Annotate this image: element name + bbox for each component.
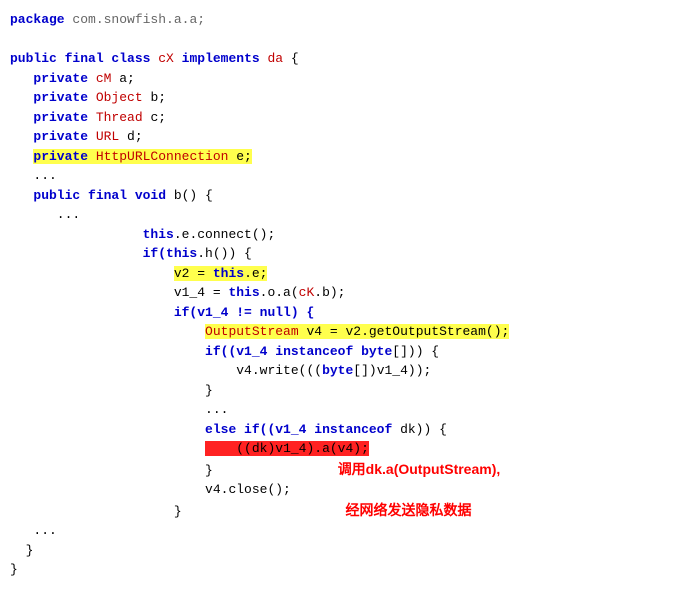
write-line: v4.write(((byte[])v1_4)); xyxy=(205,363,431,378)
rbrace: } xyxy=(174,504,182,519)
field-3: private Thread c; xyxy=(33,110,166,125)
v2-assign-highlighted: v2 = this.e; xyxy=(174,266,268,281)
lbrace: { xyxy=(283,51,299,66)
pkg-kw: package xyxy=(10,12,65,27)
iface: da xyxy=(268,51,284,66)
rbrace: } xyxy=(205,463,213,478)
dots: ... xyxy=(10,207,80,222)
cls-name: cX xyxy=(158,51,174,66)
class-decl: public final class cX implements da { xyxy=(10,51,299,66)
field-1: private cM a; xyxy=(33,71,134,86)
if-byte-line: if((v1_4 instanceof byte[])) { xyxy=(205,344,439,359)
dots: ... xyxy=(10,523,57,538)
impl-kw: implements xyxy=(182,51,260,66)
rbrace: } xyxy=(10,562,18,577)
annotation-line-1: 调用dk.a(OutputStream), xyxy=(338,461,501,477)
method-sig: public final void b() { xyxy=(33,188,212,203)
field-4: private URL d; xyxy=(33,129,142,144)
dk-call-highlighted-red: ((dk)v1_4).a(v4); xyxy=(205,441,369,456)
dots: ... xyxy=(205,402,228,417)
pkg-name: com.snowfish.a.a; xyxy=(72,12,205,27)
v1-4-assign: v1_4 = this.o.a(cK.b); xyxy=(174,285,346,300)
else-if-dk: else if((v1_4 instanceof dk)) { xyxy=(205,422,447,437)
code-block: package com.snowfish.a.a; public final c… xyxy=(10,10,671,580)
pkg-line: package com.snowfish.a.a; xyxy=(10,12,205,27)
if-null-check: if(v1_4 != null) { xyxy=(174,305,314,320)
dots: ... xyxy=(10,168,57,183)
rbrace: } xyxy=(18,543,34,558)
outputstream-highlighted: OutputStream v4 = v2.getOutputStream(); xyxy=(205,324,509,339)
close-line: v4.close(); xyxy=(205,482,291,497)
rbrace: } xyxy=(205,383,213,398)
field-5-highlighted: private HttpURLConnection e; xyxy=(33,149,251,164)
field-2: private Object b; xyxy=(33,90,166,105)
annotation-line-2: 经网络发送隐私数据 xyxy=(345,502,471,518)
connect-line: this.e.connect(); xyxy=(143,227,276,242)
if-h-line: if(this.h()) { xyxy=(143,246,252,261)
cls-mods: public final class xyxy=(10,51,150,66)
